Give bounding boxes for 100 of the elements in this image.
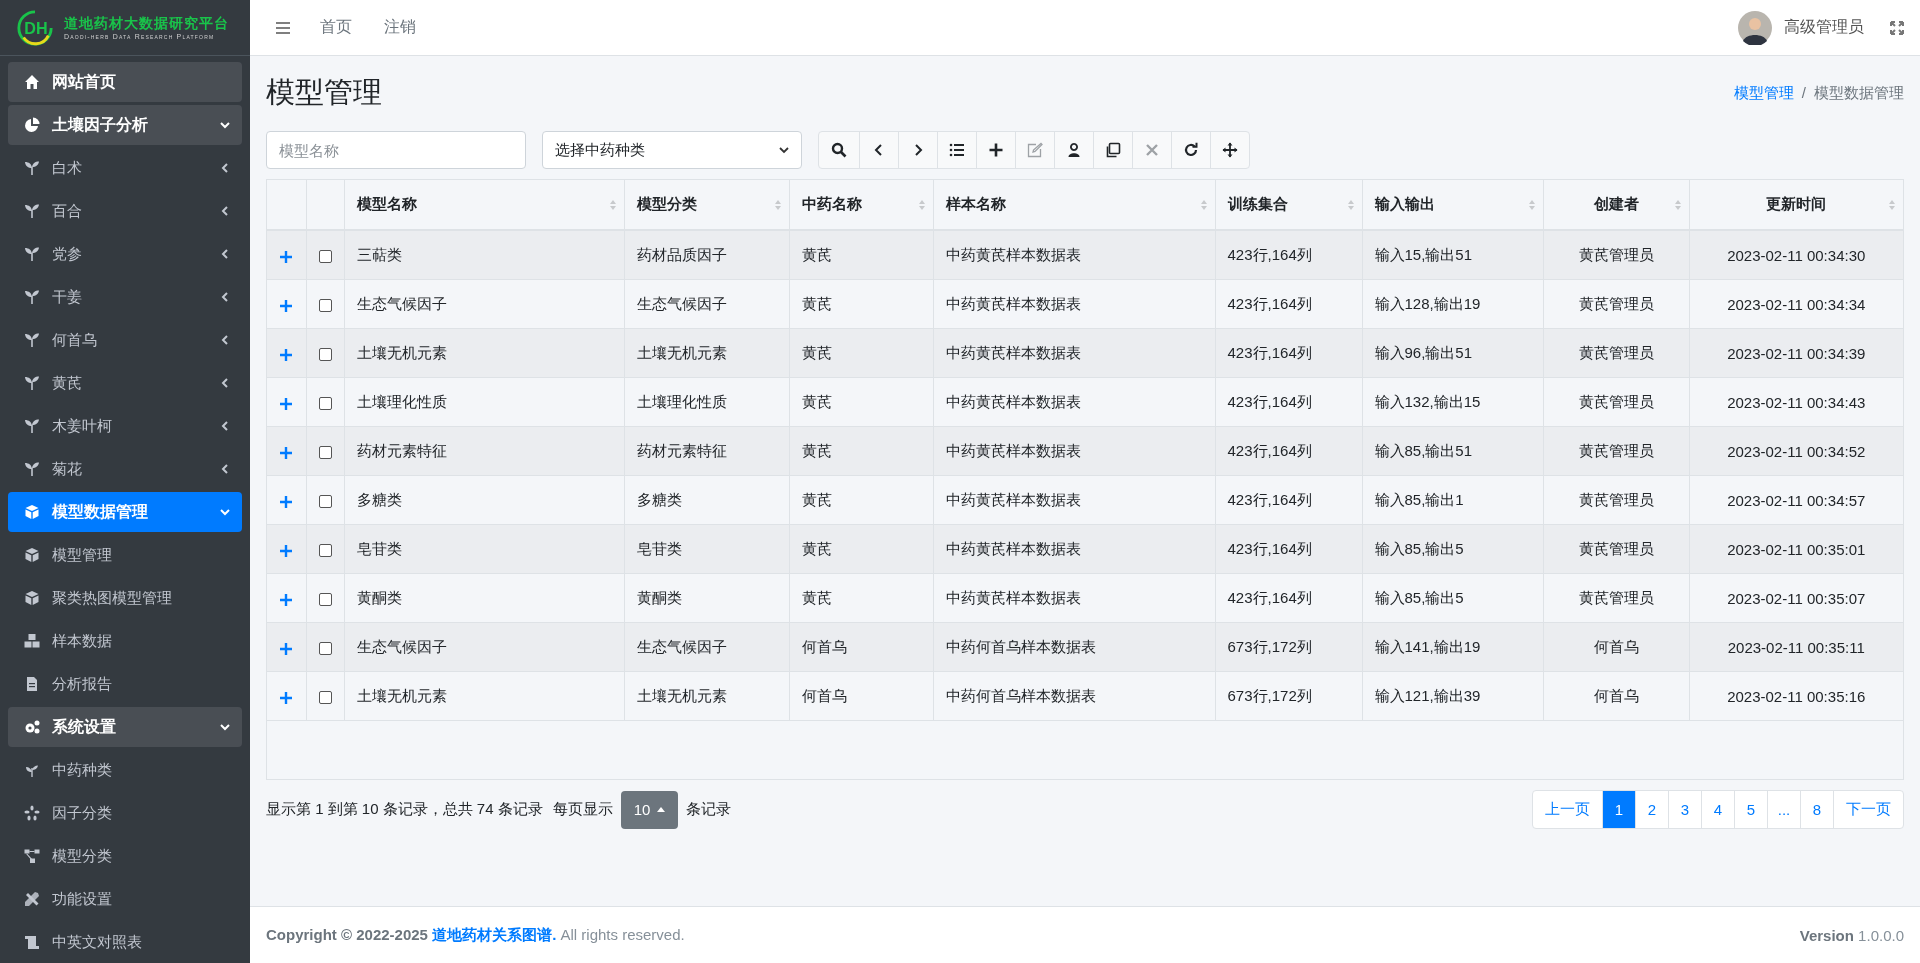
table-cell: 多糖类	[344, 475, 624, 525]
table-cell: 输入132,输出15	[1362, 377, 1543, 427]
sort-icon	[918, 200, 925, 210]
column-header[interactable]: 样本名称	[933, 180, 1215, 230]
sidebar-item[interactable]: 干姜	[8, 277, 242, 317]
sidebar-item[interactable]: 因子分类	[8, 793, 242, 833]
row-checkbox[interactable]	[318, 593, 332, 607]
sidebar-item[interactable]: 菊花	[8, 449, 242, 489]
sort-icon	[774, 200, 781, 210]
table-cell: 土壤无机元素	[624, 328, 789, 378]
column-header[interactable]: 更新时间	[1689, 180, 1903, 230]
row-checkbox[interactable]	[318, 299, 332, 313]
sidebar-item[interactable]: 何首乌	[8, 320, 242, 360]
sidebar-item[interactable]: 聚类热图模型管理	[8, 578, 242, 618]
row-checkbox[interactable]	[318, 642, 332, 656]
page-link[interactable]: 2	[1635, 791, 1668, 828]
table-cell: 2023-02-11 00:34:43	[1689, 377, 1903, 427]
table-cell: 黄芪	[789, 279, 933, 329]
breadcrumb-separator: /	[1801, 83, 1806, 103]
sidebar-item[interactable]: 党参	[8, 234, 242, 274]
expand-row-icon[interactable]	[280, 250, 293, 263]
sidebar-item[interactable]: 系统设置	[8, 707, 242, 747]
expand-row-icon[interactable]	[280, 642, 293, 655]
column-header[interactable]: 输入输出	[1362, 180, 1543, 230]
sitemap-icon	[24, 848, 42, 864]
column-header[interactable]: 模型分类	[624, 180, 789, 230]
table-cell: 输入85,输出5	[1362, 524, 1543, 574]
row-checkbox[interactable]	[318, 250, 332, 264]
sidebar-item[interactable]: 木姜叶柯	[8, 406, 242, 446]
page-link[interactable]: ...	[1767, 791, 1800, 828]
user-name[interactable]: 高级管理员	[1784, 17, 1864, 38]
row-checkbox[interactable]	[318, 544, 332, 558]
table-cell: 中药何首乌样本数据表	[933, 622, 1215, 672]
expand-row-icon[interactable]	[280, 593, 293, 606]
sidebar-item[interactable]: 百合	[8, 191, 242, 231]
row-checkbox[interactable]	[318, 691, 332, 705]
page-title: 模型管理	[266, 75, 382, 110]
per-page-suffix: 条记录	[686, 800, 732, 819]
sidebar-item[interactable]: 功能设置	[8, 879, 242, 919]
gears-icon	[24, 719, 42, 735]
table-cell: 黄芪管理员	[1543, 377, 1689, 427]
expand-row-icon[interactable]	[280, 544, 293, 557]
avatar-icon[interactable]	[1738, 10, 1772, 45]
column-header[interactable]: 中药名称	[789, 180, 933, 230]
row-checkbox[interactable]	[318, 348, 332, 362]
dh-logo: DH	[16, 8, 54, 47]
chart-icon	[24, 117, 42, 133]
sidebar-item[interactable]: 黄芪	[8, 363, 242, 403]
fullscreen-icon[interactable]	[1890, 20, 1904, 35]
sort-icon	[1674, 200, 1681, 210]
table-cell: 何首乌	[1543, 671, 1689, 721]
column-header[interactable]: 创建者	[1543, 180, 1689, 230]
sidebar-item[interactable]: 分析报告	[8, 664, 242, 704]
table-cell: 2023-02-11 00:34:34	[1689, 279, 1903, 329]
sidebar-item[interactable]: 网站首页	[8, 62, 242, 102]
page-size-dropdown[interactable]: 10	[620, 790, 679, 829]
page-link[interactable]: 1	[1602, 791, 1635, 828]
nav-link[interactable]: 注销	[372, 17, 428, 38]
expand-row-icon[interactable]	[280, 495, 293, 508]
species-select[interactable]: 选择中药种类	[542, 131, 802, 169]
nav-link[interactable]: 首页	[308, 17, 364, 38]
name-search-field[interactable]: 模型名称	[266, 131, 526, 169]
expand-row-icon[interactable]	[280, 446, 293, 459]
table-cell: 药材元素特征	[624, 426, 789, 476]
chevron-icon	[220, 378, 230, 388]
sidebar-item[interactable]: 模型数据管理	[8, 492, 242, 532]
table-cell: 2023-02-11 00:35:07	[1689, 573, 1903, 623]
table-cell: 黄芪管理员	[1543, 475, 1689, 525]
row-checkbox[interactable]	[318, 495, 332, 509]
expand-row-icon[interactable]	[280, 397, 293, 410]
previous-page-link[interactable]: 上一页	[1533, 791, 1602, 828]
sidebar-item[interactable]: 白术	[8, 148, 242, 188]
chevron-icon	[220, 292, 230, 302]
expand-row-icon[interactable]	[280, 299, 293, 312]
table-cell: 2023-02-11 00:34:30	[1689, 230, 1903, 280]
breadcrumb-item[interactable]: 模型管理	[1733, 83, 1794, 103]
sidebar-item[interactable]: 中英文对照表	[8, 922, 242, 962]
row-checkbox[interactable]	[318, 397, 332, 411]
table-cell: 何首乌	[789, 622, 933, 672]
row-checkbox[interactable]	[318, 446, 332, 460]
table-cell: 黄芪	[789, 524, 933, 574]
sidebar-item[interactable]: 中药种类	[8, 750, 242, 790]
table-cell: 输入121,输出39	[1362, 671, 1543, 721]
sidebar-item[interactable]: 土壤因子分析	[8, 105, 242, 145]
sidebar-item[interactable]: 样本数据	[8, 621, 242, 661]
brand-title: 道地药材大数据研究平台	[64, 15, 229, 33]
page-link[interactable]: 5	[1734, 791, 1767, 828]
sprout-icon	[24, 418, 42, 434]
sidebar-item[interactable]: 模型分类	[8, 836, 242, 876]
table-cell: 黄芪	[789, 328, 933, 378]
column-header[interactable]: 模型名称	[344, 180, 624, 230]
site-link[interactable]: 道地药材关系图谱.	[432, 925, 557, 943]
sidebar-item[interactable]: 模型管理	[8, 535, 242, 575]
next-page-link[interactable]: 下一页	[1833, 791, 1903, 828]
page-link[interactable]: 3	[1668, 791, 1701, 828]
expand-row-icon[interactable]	[280, 691, 293, 704]
page-link[interactable]: 8	[1800, 791, 1833, 828]
expand-row-icon[interactable]	[280, 348, 293, 361]
page-link[interactable]: 4	[1701, 791, 1734, 828]
column-header[interactable]: 训练集合	[1215, 180, 1362, 230]
